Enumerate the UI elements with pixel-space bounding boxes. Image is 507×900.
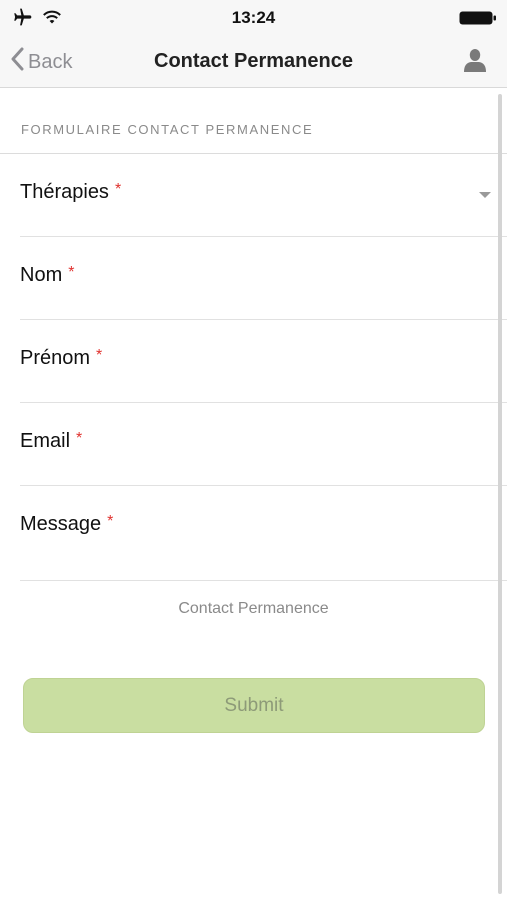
required-marker: *: [114, 181, 122, 198]
required-marker: *: [68, 264, 75, 281]
therapies-label: Thérapies: [20, 181, 109, 203]
therapies-select[interactable]: Thérapies *: [20, 154, 507, 237]
dropdown-arrow-icon[interactable]: [479, 192, 491, 198]
user-icon[interactable]: [463, 48, 487, 77]
message-field[interactable]: Message *: [20, 486, 507, 581]
email-field[interactable]: Email *: [20, 403, 507, 486]
navigation-bar: Back Contact Permanence: [0, 36, 507, 88]
status-time: 13:24: [231, 8, 276, 27]
status-bar: 13:24: [0, 0, 507, 36]
section-header: FORMULAIRE CONTACT PERMANENCE: [0, 89, 507, 154]
required-marker: *: [96, 347, 103, 364]
section-title: FORMULAIRE CONTACT PERMANENCE: [21, 122, 314, 137]
required-marker: *: [76, 430, 83, 447]
scrollbar[interactable]: [498, 94, 502, 894]
prenom-label: Prénom: [20, 347, 91, 369]
form-caption: Contact Permanence: [178, 600, 329, 617]
form-content: FORMULAIRE CONTACT PERMANENCE Thérapies *…: [0, 89, 507, 900]
page-title: Contact Permanence: [154, 50, 353, 72]
message-label: Message: [20, 513, 102, 535]
battery-icon: [459, 11, 497, 30]
nom-label: Nom: [20, 264, 63, 286]
email-label: Email: [20, 430, 71, 452]
nom-field[interactable]: Nom *: [20, 237, 507, 320]
required-marker: *: [107, 513, 114, 530]
submit-button[interactable]: Submit: [23, 678, 485, 733]
prenom-field[interactable]: Prénom *: [20, 320, 507, 403]
